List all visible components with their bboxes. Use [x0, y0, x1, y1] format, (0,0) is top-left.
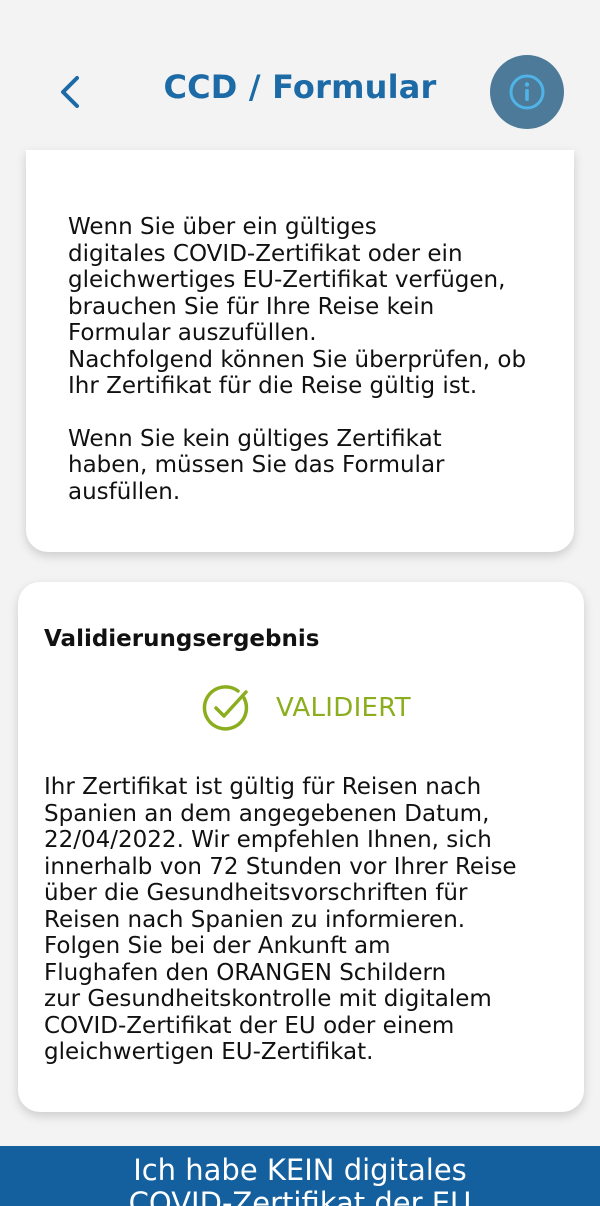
info-icon: [509, 74, 545, 110]
no-certificate-button-label: Ich habe KEIN digitales COVID-Zertifikat…: [128, 1153, 472, 1206]
info-button[interactable]: [490, 55, 564, 129]
result-description: Ihr Zertifikat ist gültig für Reisen nac…: [44, 774, 517, 1065]
header: CCD / Formular: [0, 0, 600, 170]
chevron-left-icon: [61, 76, 79, 108]
back-button[interactable]: [48, 70, 92, 114]
app-screen: CCD / Formular Wenn Sie über ein gültige…: [0, 0, 600, 1206]
no-certificate-button[interactable]: Ich habe KEIN digitales COVID-Zertifikat…: [0, 1146, 600, 1206]
validation-result-card: Validierungsergebnis VALIDIERT Ihr Zerti…: [18, 582, 584, 1112]
info-card: Wenn Sie über ein gültiges digitales COV…: [26, 150, 574, 552]
info-paragraph: Wenn Sie über ein gültiges digitales COV…: [68, 214, 527, 399]
status-badge: VALIDIERT: [276, 693, 411, 723]
info-paragraph: Wenn Sie kein gültiges Zertifikat haben,…: [68, 425, 445, 505]
check-circle-icon: [200, 682, 252, 734]
status-row: VALIDIERT: [200, 682, 411, 734]
info-card-text: Wenn Sie über ein gültiges digitales COV…: [68, 214, 548, 505]
page-title: CCD / Formular: [163, 68, 437, 106]
result-heading: Validierungsergebnis: [44, 626, 320, 652]
